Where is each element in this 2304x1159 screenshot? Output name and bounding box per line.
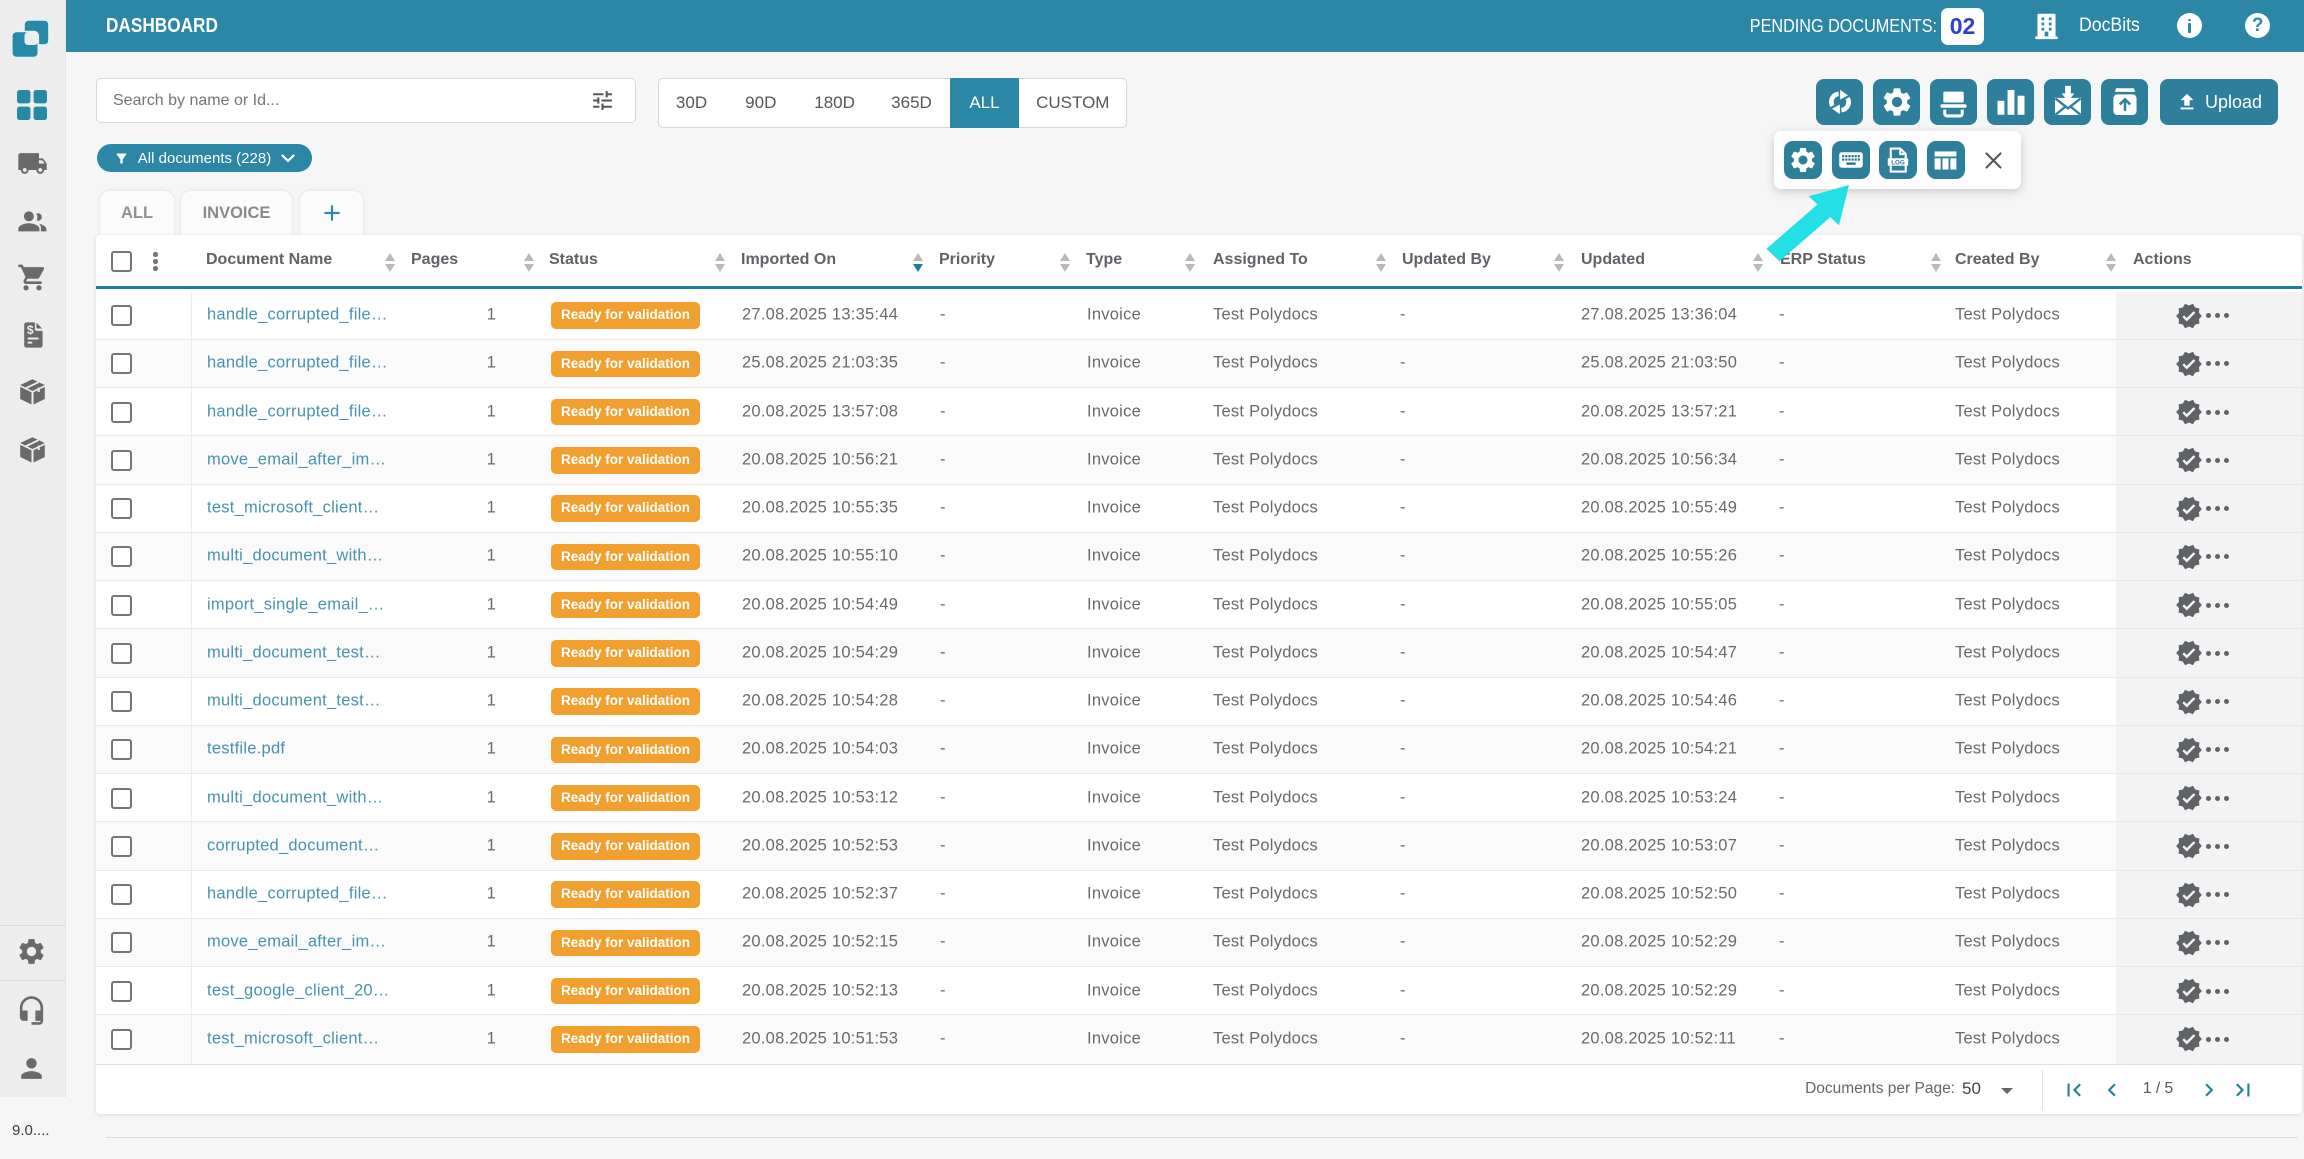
svg-text:LOG: LOG: [1891, 159, 1905, 166]
svg-text:$: $: [27, 323, 34, 337]
